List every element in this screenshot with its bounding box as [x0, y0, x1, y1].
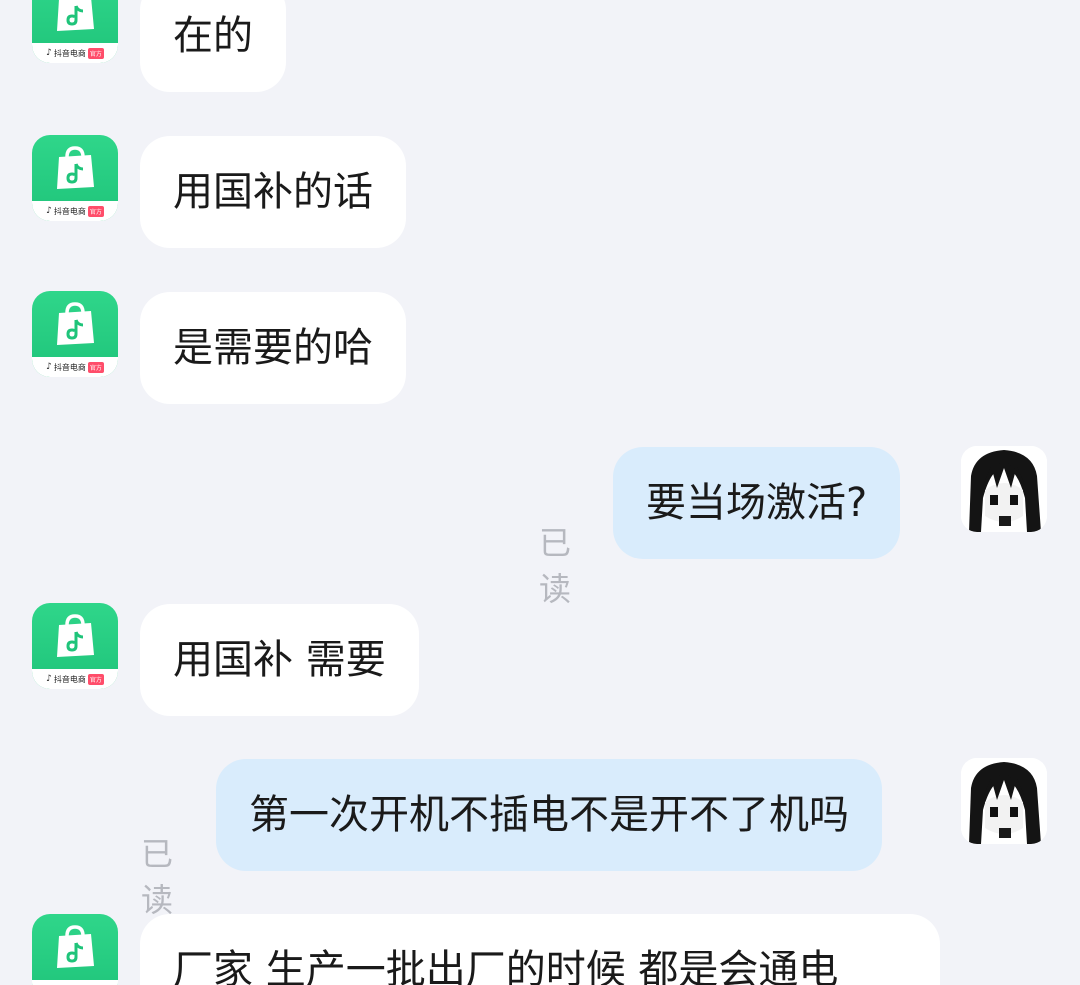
shop-avatar-icon[interactable]: ♪ 抖音电商 官方	[32, 291, 118, 377]
shop-avatar-strip: ♪ 抖音电商 官方	[32, 980, 118, 985]
message-bubble[interactable]: 用国补的话	[140, 136, 406, 248]
shop-avatar-label: 抖音电商	[53, 48, 86, 58]
shopping-bag-icon	[57, 302, 94, 345]
shop-avatar-badge: 官方	[87, 673, 104, 685]
chat-conversation: ♪ 抖音电商 官方 在的 ♪ 抖音电商 官方 用国补的话 ♪ 抖音电商 官方 是…	[0, 0, 1080, 985]
shop-avatar-label: 抖音电商	[53, 674, 86, 684]
anime-girl-avatar-icon	[961, 758, 1047, 844]
user-avatar[interactable]	[961, 758, 1047, 844]
message-bubble[interactable]: 第一次开机不插电不是开不了机吗	[216, 759, 882, 871]
message-bubble[interactable]: 厂家 生产一批出厂的时候 都是会通电	[140, 914, 940, 985]
shop-avatar-icon[interactable]: ♪ 抖音电商 官方	[32, 603, 118, 689]
shop-avatar-strip: ♪ 抖音电商 官方	[32, 201, 118, 221]
user-avatar[interactable]	[961, 446, 1047, 532]
shop-avatar-badge: 官方	[87, 47, 104, 59]
shopping-bag-icon	[57, 0, 94, 31]
read-status: 已读	[539, 524, 572, 608]
shop-avatar-label: 抖音电商	[53, 362, 86, 372]
shopping-bag-icon	[57, 146, 94, 189]
read-status: 已读	[141, 835, 174, 919]
shop-avatar-icon[interactable]: ♪ 抖音电商 官方	[32, 914, 118, 985]
message-bubble[interactable]: 是需要的哈	[140, 292, 406, 404]
message-bubble[interactable]: 在的	[140, 0, 286, 92]
shopping-bag-icon	[57, 614, 94, 657]
shop-avatar-label: 抖音电商	[53, 206, 86, 216]
shop-avatar-icon[interactable]: ♪ 抖音电商 官方	[32, 135, 118, 221]
shop-avatar-strip: ♪ 抖音电商 官方	[32, 43, 118, 63]
douyin-note-icon: ♪	[46, 362, 52, 372]
shop-avatar-badge: 官方	[87, 361, 104, 373]
douyin-note-icon: ♪	[46, 206, 52, 216]
douyin-note-icon: ♪	[46, 48, 52, 58]
shop-avatar-icon[interactable]: ♪ 抖音电商 官方	[32, 0, 118, 63]
anime-girl-avatar-icon	[961, 446, 1047, 532]
message-bubble[interactable]: 用国补 需要	[140, 604, 419, 716]
shop-avatar-badge: 官方	[87, 205, 104, 217]
douyin-note-icon: ♪	[46, 674, 52, 684]
message-bubble[interactable]: 要当场激活?	[613, 447, 901, 559]
shop-avatar-strip: ♪ 抖音电商 官方	[32, 357, 118, 377]
shop-avatar-strip: ♪ 抖音电商 官方	[32, 669, 118, 689]
shopping-bag-icon	[57, 925, 94, 968]
